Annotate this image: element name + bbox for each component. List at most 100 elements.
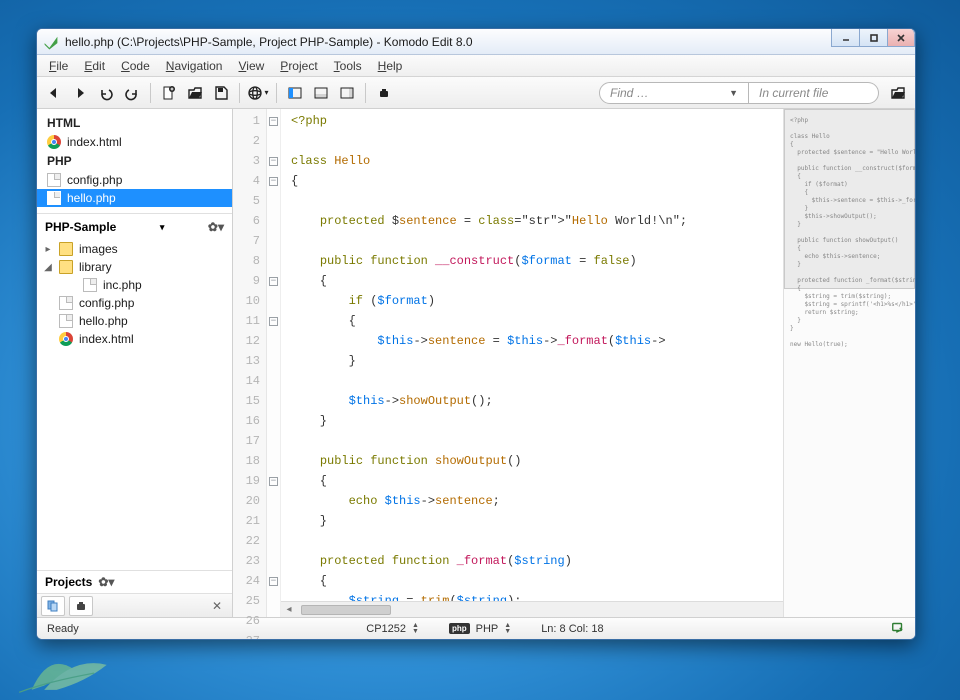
open-folder-button[interactable] xyxy=(887,82,909,104)
back-button[interactable] xyxy=(43,82,65,104)
gear-icon[interactable]: ✿▾ xyxy=(98,575,114,589)
toggle-right-pane-button[interactable] xyxy=(336,82,358,104)
sidebar-project-header[interactable]: PHP-Sample▾ ✿▾ xyxy=(37,214,232,240)
project-tree: ▸ images ◢library inc.php config.php hello.ph… xyxy=(37,240,232,570)
file-icon xyxy=(47,191,61,205)
window-title: hello.php (C:\Projects\PHP-Sample, Proje… xyxy=(65,35,473,49)
projects-panel-header[interactable]: Projects ✿▾ xyxy=(37,571,232,593)
toggle-left-pane-button[interactable] xyxy=(284,82,306,104)
sidebar-group-heading: PHP xyxy=(37,151,232,171)
minimize-button[interactable] xyxy=(831,29,859,47)
sidebar-bottom: Projects ✿▾ ✕ xyxy=(37,570,232,617)
sync-status-icon[interactable] xyxy=(891,620,905,637)
menu-help[interactable]: Help xyxy=(370,57,411,75)
line-number-gutter[interactable]: 1234567891011121314151617181920212223242… xyxy=(233,109,267,617)
file-icon xyxy=(59,314,73,328)
minimap-viewport[interactable] xyxy=(784,109,915,289)
disclosure-icon[interactable]: ▸ xyxy=(43,244,53,255)
menu-code[interactable]: Code xyxy=(113,57,158,75)
open-button[interactable] xyxy=(184,82,206,104)
sidebar-project-panel: PHP-Sample▾ ✿▾ ▸ images ◢library inc.php con… xyxy=(37,213,232,570)
tree-file[interactable]: ▸ images xyxy=(43,240,228,258)
tree-file[interactable]: config.php xyxy=(43,294,228,312)
tree-label: images xyxy=(79,242,118,256)
menu-file[interactable]: File xyxy=(41,57,76,75)
redo-button[interactable] xyxy=(121,82,143,104)
stepper-icon[interactable]: ▲▼ xyxy=(504,623,511,635)
dropdown-icon: ▼ xyxy=(729,88,738,98)
sidebar-open-files: HTML index.html PHP config.php hello.php xyxy=(37,109,232,213)
menu-edit[interactable]: Edit xyxy=(76,57,113,75)
disclosure-icon[interactable]: ◢ xyxy=(43,262,53,273)
toolbar-separator xyxy=(365,83,366,103)
find-scope-label: In current file xyxy=(759,86,828,100)
code-area[interactable]: <?php class Hello{ protected $sentence =… xyxy=(281,109,783,617)
status-ready: Ready xyxy=(47,623,79,635)
stepper-icon[interactable]: ▲▼ xyxy=(412,623,419,635)
find-scope-input[interactable]: In current file xyxy=(749,82,879,104)
status-language[interactable]: php PHP ▲▼ xyxy=(449,623,511,635)
toolbar: ▾ Find … ▼ In current file xyxy=(37,77,915,109)
menu-project[interactable]: Project xyxy=(272,57,325,75)
menubar: FileEditCodeNavigationViewProjectToolsHe… xyxy=(37,55,915,77)
file-label: index.html xyxy=(67,135,122,149)
status-encoding[interactable]: CP1252 ▲▼ xyxy=(366,623,419,635)
gear-icon[interactable]: ✿▾ xyxy=(208,220,224,234)
find-placeholder: Find … xyxy=(610,86,649,100)
sidebar-close-button[interactable]: ✕ xyxy=(208,599,226,613)
tree-label: config.php xyxy=(79,296,134,310)
minimap[interactable]: <?php class Hello { protected $sentence … xyxy=(783,109,915,617)
menu-tools[interactable]: Tools xyxy=(326,57,370,75)
toolbar-separator xyxy=(276,83,277,103)
open-file-item[interactable]: hello.php xyxy=(37,189,232,207)
tree-label: hello.php xyxy=(79,314,128,328)
fold-column[interactable]: −−−−−−− xyxy=(267,109,281,617)
menu-view[interactable]: View xyxy=(230,57,272,75)
folder-icon xyxy=(59,260,73,274)
open-file-item[interactable]: config.php xyxy=(37,171,232,189)
places-tab-button[interactable] xyxy=(41,596,65,616)
toggle-bottom-pane-button[interactable] xyxy=(310,82,332,104)
wallpaper-leaf xyxy=(10,644,120,694)
toolbar-separator xyxy=(239,83,240,103)
tree-folder[interactable]: ◢library xyxy=(43,258,228,276)
chrome-icon xyxy=(59,332,73,346)
body: HTML index.html PHP config.php hello.php PHP… xyxy=(37,109,915,617)
tree-file[interactable]: hello.php xyxy=(43,312,228,330)
toolbar-separator xyxy=(150,83,151,103)
open-file-item[interactable]: index.html xyxy=(37,133,232,151)
scrollbar-thumb[interactable] xyxy=(301,605,391,615)
file-icon xyxy=(83,278,97,292)
sidebar-tab-strip: ✕ xyxy=(37,593,232,617)
app-window: hello.php (C:\Projects\PHP-Sample, Proje… xyxy=(36,28,916,640)
save-button[interactable] xyxy=(210,82,232,104)
project-name-label: PHP-Sample xyxy=(45,220,116,234)
tree-label: index.html xyxy=(79,332,134,346)
scroll-left-icon[interactable]: ◂ xyxy=(281,604,297,615)
file-label: config.php xyxy=(67,173,122,187)
titlebar[interactable]: hello.php (C:\Projects\PHP-Sample, Proje… xyxy=(37,29,915,55)
find-input[interactable]: Find … ▼ xyxy=(599,82,749,104)
forward-button[interactable] xyxy=(69,82,91,104)
browser-preview-button[interactable]: ▾ xyxy=(247,82,269,104)
statusbar: Ready CP1252 ▲▼ php PHP ▲▼ Ln: 8 Col: 18 xyxy=(37,617,915,639)
editor: 1234567891011121314151617181920212223242… xyxy=(233,109,915,617)
undo-button[interactable] xyxy=(95,82,117,104)
toolbox-tab-button[interactable] xyxy=(69,596,93,616)
horizontal-scrollbar[interactable]: ◂ xyxy=(281,601,783,617)
window-controls xyxy=(831,29,915,47)
file-icon xyxy=(59,296,73,310)
tree-file[interactable]: inc.php xyxy=(67,276,228,294)
app-icon xyxy=(43,34,59,50)
new-file-button[interactable] xyxy=(158,82,180,104)
php-badge: php xyxy=(449,623,470,634)
projects-label: Projects xyxy=(45,575,92,589)
sidebar-group-heading: HTML xyxy=(37,113,232,133)
toolbox-button[interactable] xyxy=(373,82,395,104)
tree-file[interactable]: index.html xyxy=(43,330,228,348)
maximize-button[interactable] xyxy=(859,29,887,47)
close-button[interactable] xyxy=(887,29,915,47)
tree-label: inc.php xyxy=(103,278,142,292)
menu-navigation[interactable]: Navigation xyxy=(158,57,231,75)
file-icon xyxy=(47,173,61,187)
